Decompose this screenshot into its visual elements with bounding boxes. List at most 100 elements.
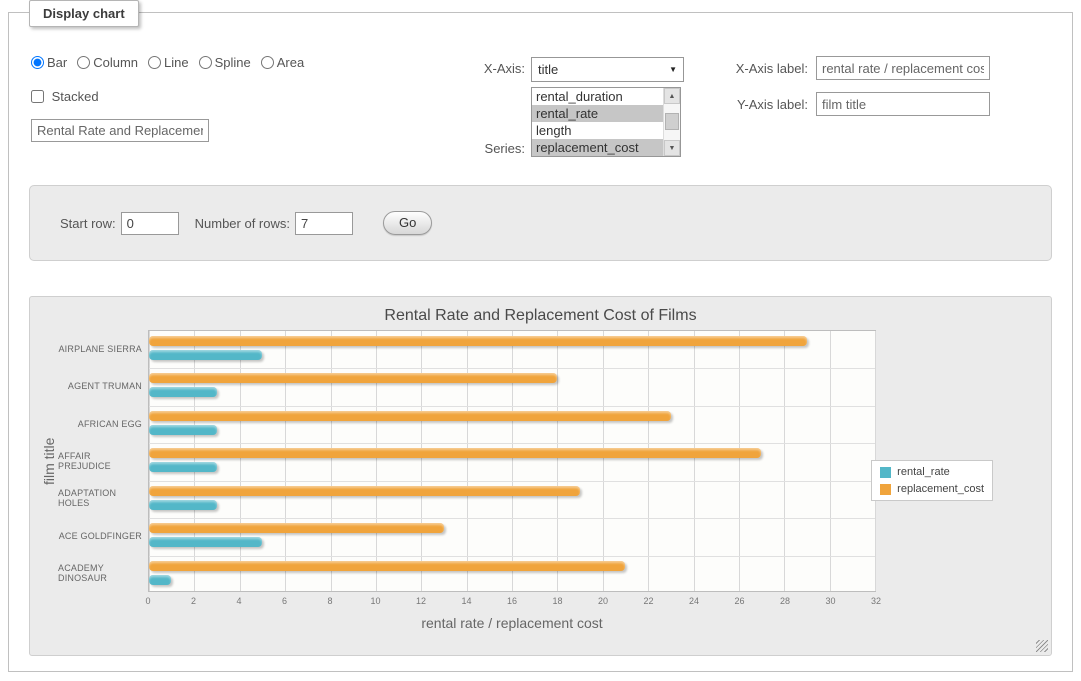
gridline-y [149, 518, 875, 519]
resize-handle-icon[interactable] [1036, 640, 1048, 652]
chart-type-line[interactable]: Line [148, 55, 189, 70]
x-axis-label-field-label: X-Axis label: [654, 61, 808, 76]
go-button[interactable]: Go [383, 211, 432, 235]
gridline-x-4 [240, 331, 241, 591]
start-row-input[interactable] [121, 212, 179, 235]
x-tick-label-30: 30 [825, 596, 835, 606]
series-options: rental_durationrental_ratelengthreplacem… [532, 88, 663, 156]
category-label: AFFAIR PREJUDICE [58, 442, 142, 479]
category-label: ACADEMY DINOSAUR [58, 555, 142, 592]
series-option-rental_rate[interactable]: rental_rate [532, 105, 663, 122]
legend-swatch-rental_rate [880, 467, 891, 478]
chart-type-radio-spline[interactable] [199, 56, 212, 69]
bar-replacement_cost [149, 523, 444, 533]
x-axis-title: rental rate / replacement cost [148, 615, 876, 631]
bar-replacement_cost [149, 373, 557, 383]
chart-type-column[interactable]: Column [77, 55, 138, 70]
x-tick-label-24: 24 [689, 596, 699, 606]
chart-options-panel: BarColumnLineSplineArea Stacked X-Axis: … [9, 13, 1072, 185]
x-tick-label-26: 26 [734, 596, 744, 606]
gridline-x-22 [648, 331, 649, 591]
x-axis-ticks: 02468101214161820222426283032 [38, 596, 1043, 608]
x-tick-label-6: 6 [282, 596, 287, 606]
x-tick-label-12: 12 [416, 596, 426, 606]
x-tick-label-32: 32 [871, 596, 881, 606]
row-range-panel: Start row: Number of rows: Go [29, 185, 1052, 261]
gridline-x-2 [194, 331, 195, 591]
gridline-x-18 [557, 331, 558, 591]
stacked-checkbox[interactable] [31, 90, 44, 103]
num-rows-label: Number of rows: [195, 216, 290, 231]
y-axis-label-input[interactable] [816, 92, 990, 116]
legend-label-rental_rate: rental_rate [897, 466, 950, 478]
y-axis-label-field-label: Y-Axis label: [654, 97, 808, 112]
bar-replacement_cost [149, 411, 671, 421]
gridline-x-20 [603, 331, 604, 591]
x-axis-label-input[interactable] [816, 56, 990, 80]
chart-type-radio-line[interactable] [148, 56, 161, 69]
chart-type-radio-column[interactable] [77, 56, 90, 69]
series-option-rental_duration[interactable]: rental_duration [532, 88, 663, 105]
gridline-x-8 [331, 331, 332, 591]
category-label: ADAPTATION HOLES [58, 480, 142, 517]
scroll-down-icon[interactable]: ▼ [664, 140, 680, 156]
legend-item-replacement_cost: replacement_cost [880, 483, 984, 495]
gridline-y [149, 556, 875, 557]
gridline-x-12 [421, 331, 422, 591]
stacked-label: Stacked [52, 89, 99, 104]
chart-type-group: Bar Column Line Spline Area [31, 55, 314, 70]
plot-area [148, 330, 876, 592]
x-tick-label-2: 2 [191, 596, 196, 606]
chart-title: Rental Rate and Replacement Cost of Film… [38, 307, 1043, 325]
chart-legend: rental_rate replacement_cost [871, 460, 993, 501]
stacked-option[interactable]: Stacked [31, 89, 99, 104]
bar-rental_rate [149, 387, 217, 397]
x-tick-label-18: 18 [552, 596, 562, 606]
start-row-label: Start row: [60, 216, 116, 231]
gridline-x-24 [694, 331, 695, 591]
chart-title-input[interactable] [31, 119, 209, 142]
scrollbar-thumb[interactable] [665, 113, 679, 130]
page: Display chart Bar Column Line Spline Area St… [0, 0, 1081, 681]
gridline-x-26 [739, 331, 740, 591]
gridline-y [149, 406, 875, 407]
bar-replacement_cost [149, 336, 807, 346]
gridline-x-6 [285, 331, 286, 591]
x-tick-label-20: 20 [598, 596, 608, 606]
gridline-y [149, 481, 875, 482]
bar-rental_rate [149, 425, 217, 435]
chart-type-radio-area[interactable] [261, 56, 274, 69]
x-tick-label-16: 16 [507, 596, 517, 606]
x-tick-label-8: 8 [327, 596, 332, 606]
x-tick-label-22: 22 [643, 596, 653, 606]
bar-replacement_cost [149, 561, 625, 571]
x-tick-label-4: 4 [236, 596, 241, 606]
chart-panel: Rental Rate and Replacement Cost of Film… [29, 296, 1052, 656]
category-label: AFRICAN EGG [58, 405, 142, 442]
chart-type-spline[interactable]: Spline [199, 55, 251, 70]
category-label: ACE GOLDFINGER [58, 517, 142, 554]
display-chart-legend: Display chart [29, 0, 139, 27]
num-rows-input[interactable] [295, 212, 353, 235]
display-chart-fieldset: Display chart BarColumnLineSplineArea St… [8, 12, 1073, 672]
bar-replacement_cost [149, 448, 761, 458]
x-tick-label-0: 0 [145, 596, 150, 606]
x-tick-label-14: 14 [461, 596, 471, 606]
gridline-y [149, 368, 875, 369]
gridline-x-16 [512, 331, 513, 591]
legend-swatch-replacement_cost [880, 484, 891, 495]
chart-type-area[interactable]: Area [261, 55, 304, 70]
chart-type-radio-bar[interactable] [31, 56, 44, 69]
chart-type-bar[interactable]: Bar [31, 55, 67, 70]
bar-rental_rate [149, 537, 262, 547]
bar-rental_rate [149, 350, 262, 360]
x-tick-label-28: 28 [780, 596, 790, 606]
gridline-x-14 [467, 331, 468, 591]
y-axis-title: film title [40, 330, 58, 592]
series-option-replacement_cost[interactable]: replacement_cost [532, 139, 663, 156]
series-option-length[interactable]: length [532, 122, 663, 139]
legend-label-replacement_cost: replacement_cost [897, 483, 984, 495]
gridline-x-10 [376, 331, 377, 591]
bar-replacement_cost [149, 486, 580, 496]
x-axis-select-label: X-Axis: [449, 61, 525, 76]
